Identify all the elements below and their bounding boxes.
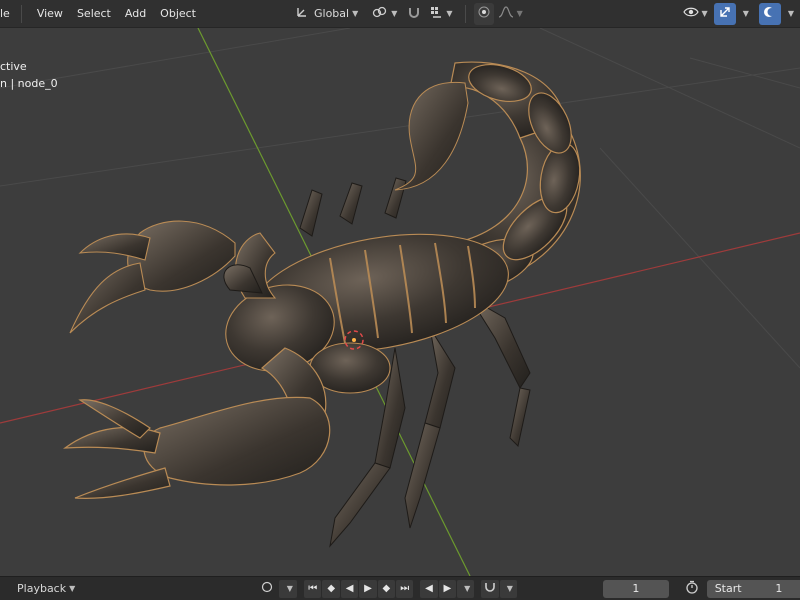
frame-step-dropdown[interactable]: ▼ (457, 579, 475, 598)
gizmo-arrows-icon (718, 5, 732, 22)
chevron-down-icon: ▼ (446, 9, 453, 18)
next-keyframe-button[interactable]: ◆ (377, 579, 396, 598)
select-menu[interactable]: Select (70, 0, 118, 28)
chevron-down-icon: ▼ (352, 9, 359, 18)
next-keyframe-icon: ◆ (382, 583, 391, 594)
3d-viewport[interactable]: ctive n | node_0 (0, 28, 800, 576)
start-label: Start (714, 582, 742, 595)
orientation-label: Global (314, 7, 350, 20)
chevron-down-icon: ▼ (506, 584, 513, 593)
chevron-down-icon: ▼ (701, 9, 708, 18)
snap-target-dropdown[interactable]: ▼ (425, 3, 456, 25)
keying-dropdown[interactable]: ▼ (279, 579, 298, 598)
gizmo-toggle[interactable] (713, 2, 736, 25)
chevron-down-icon: ▼ (69, 584, 76, 593)
object-visibility-dropdown[interactable]: ▼ (679, 3, 712, 25)
falloff-dropdown[interactable]: ▼ (494, 3, 527, 25)
start-frame-field[interactable]: Start 1 (706, 579, 791, 598)
play-button[interactable]: ▶ (359, 579, 377, 598)
play-icon: ▶ (364, 583, 372, 594)
proportional-editing-toggle[interactable] (473, 2, 494, 25)
chevron-down-icon: ▼ (391, 9, 398, 18)
overlays-icon (763, 5, 777, 22)
eye-icon (682, 6, 699, 21)
start-value: 1 (775, 582, 783, 595)
auto-keying-toggle[interactable] (256, 580, 277, 598)
view-menu[interactable]: View (30, 0, 70, 28)
stopwatch-icon (685, 580, 699, 597)
pivot-point-dropdown[interactable]: ▼ (368, 3, 401, 25)
playback-menu[interactable]: Playback ▼ (14, 580, 78, 598)
step-back-icon: ◀ (425, 583, 433, 594)
chevron-down-icon: ▼ (516, 9, 523, 18)
viewport-header: le View Select Add Object Global ▼ ▼ ▼ ▼… (0, 0, 800, 28)
add-menu[interactable]: Add (118, 0, 153, 28)
file-menu[interactable]: le (0, 0, 17, 28)
overlays-dropdown[interactable]: ▼ (781, 3, 798, 25)
jump-start-icon: ⏮ (308, 583, 318, 594)
end-frame-field-partial[interactable] (790, 579, 800, 598)
viewport-info-overlay: ctive n | node_0 (0, 58, 58, 92)
chevron-down-icon: ▼ (742, 9, 749, 18)
current-frame-value: 1 (632, 582, 640, 595)
snap-timeline-dropdown[interactable]: ▼ (499, 579, 517, 598)
snap-toggle[interactable] (403, 3, 425, 25)
transform-orientation-dropdown[interactable]: Global ▼ (291, 3, 362, 25)
prev-keyframe-button[interactable]: ◆ (322, 579, 340, 598)
gizmo-dropdown[interactable]: ▼ (736, 3, 753, 25)
header-divider (20, 4, 22, 23)
pivot-link-icon (372, 5, 388, 22)
jump-start-button[interactable]: ⏮ (304, 579, 322, 598)
next-frame-button[interactable]: ▶ (438, 579, 457, 598)
prev-frame-button[interactable]: ◀ (420, 579, 438, 598)
snap-grid-icon (429, 5, 443, 22)
proportional-dot-icon (478, 6, 490, 21)
jump-end-icon: ⏭ (400, 583, 410, 594)
viewport-canvas[interactable] (0, 28, 800, 576)
record-circle-icon (261, 581, 273, 596)
view-mode-text: ctive (0, 60, 27, 73)
play-reverse-icon: ◀ (345, 583, 354, 594)
overlays-toggle[interactable] (758, 2, 781, 25)
current-frame-field[interactable]: 1 (603, 579, 669, 598)
chevron-down-icon: ▼ (787, 9, 794, 18)
snap-timeline-toggle[interactable] (481, 579, 499, 598)
timeline-header: Playback ▼ ▼ ⏮ ◆ ◀ ▶ ◆ ⏭ ◀ ▶ ▼ ▼ 1 Start… (0, 576, 800, 600)
preview-range-toggle[interactable] (683, 580, 701, 598)
orientation-axes-icon (295, 5, 309, 22)
chevron-down-icon: ▼ (286, 584, 293, 593)
header-divider (464, 4, 466, 23)
magnet-icon (407, 5, 421, 22)
playback-label: Playback (17, 582, 67, 595)
object-name-text: n | node_0 (0, 77, 58, 90)
object-menu[interactable]: Object (153, 0, 203, 28)
prev-keyframe-icon: ◆ (327, 583, 336, 594)
step-forward-icon: ▶ (443, 583, 452, 594)
jump-end-button[interactable]: ⏭ (396, 579, 414, 598)
magnet-icon (484, 581, 496, 596)
play-reverse-button[interactable]: ◀ (340, 579, 359, 598)
chevron-down-icon: ▼ (464, 584, 471, 593)
falloff-curve-icon (498, 6, 514, 21)
